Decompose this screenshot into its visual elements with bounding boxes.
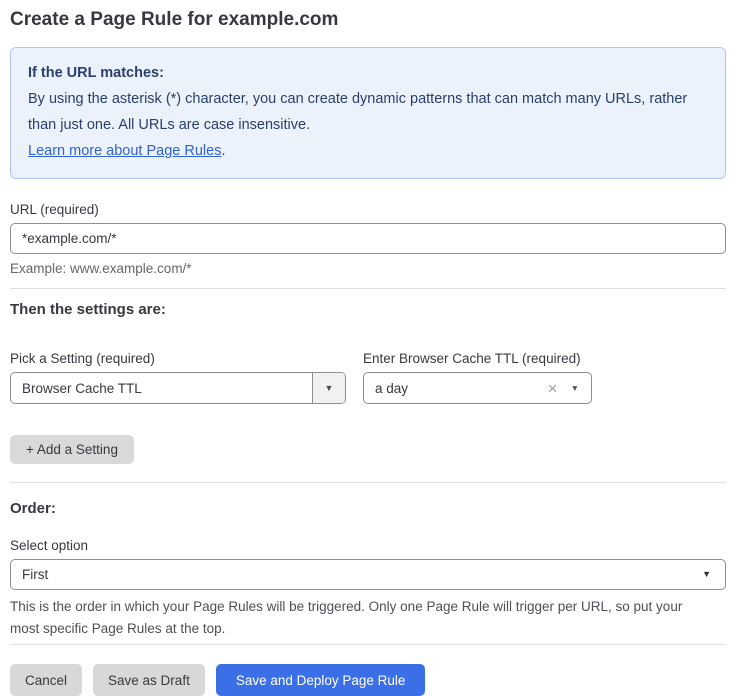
add-setting-button[interactable]: + Add a Setting [10,435,134,464]
divider [10,644,726,645]
chevron-down-icon: ▼ [702,570,711,579]
learn-more-link[interactable]: Learn more about Page Rules [28,143,221,159]
page-title: Create a Page Rule for example.com [10,8,726,32]
setting-picker-arrow-section[interactable]: ▼ [312,373,345,403]
ttl-picker-select[interactable]: a day × ▼ [363,372,592,404]
order-helper-text: This is the order in which your Page Rul… [10,596,712,640]
info-box-body: By using the asterisk (*) character, you… [28,86,708,138]
divider [10,482,726,483]
url-input[interactable] [10,223,726,254]
setting-picker-column: Pick a Setting (required) Browser Cache … [10,350,346,404]
order-select[interactable]: First ▼ [10,559,726,590]
order-section-heading: Order: [10,499,726,518]
url-match-info-box: If the URL matches: By using the asteris… [10,47,726,179]
ttl-picker-label: Enter Browser Cache TTL (required) [363,350,592,367]
order-select-value: First [11,567,702,582]
clear-icon[interactable]: × [548,380,558,397]
chevron-down-icon: ▼ [325,384,334,393]
url-example-helper: Example: www.example.com/* [10,261,726,277]
info-box-link-line: Learn more about Page Rules. [28,138,708,164]
settings-section-heading: Then the settings are: [10,300,726,319]
save-and-deploy-button[interactable]: Save and Deploy Page Rule [216,664,426,696]
save-as-draft-button[interactable]: Save as Draft [93,664,205,696]
setting-picker-value: Browser Cache TTL [11,381,312,396]
ttl-picker-column: Enter Browser Cache TTL (required) a day… [363,350,592,404]
url-field-label: URL (required) [10,201,726,218]
setting-picker-label: Pick a Setting (required) [10,350,346,367]
info-box-heading: If the URL matches: [28,60,708,86]
divider [10,288,726,289]
chevron-down-icon: ▼ [571,384,579,393]
order-select-label: Select option [10,537,726,554]
setting-picker-select[interactable]: Browser Cache TTL ▼ [10,372,346,404]
ttl-picker-value: a day [364,381,548,396]
link-suffix: . [221,143,225,159]
page-rule-form: Create a Page Rule for example.com If th… [0,0,736,696]
settings-row: Pick a Setting (required) Browser Cache … [10,350,726,404]
footer-actions: Cancel Save as Draft Save and Deploy Pag… [10,664,726,696]
cancel-button[interactable]: Cancel [10,664,82,696]
